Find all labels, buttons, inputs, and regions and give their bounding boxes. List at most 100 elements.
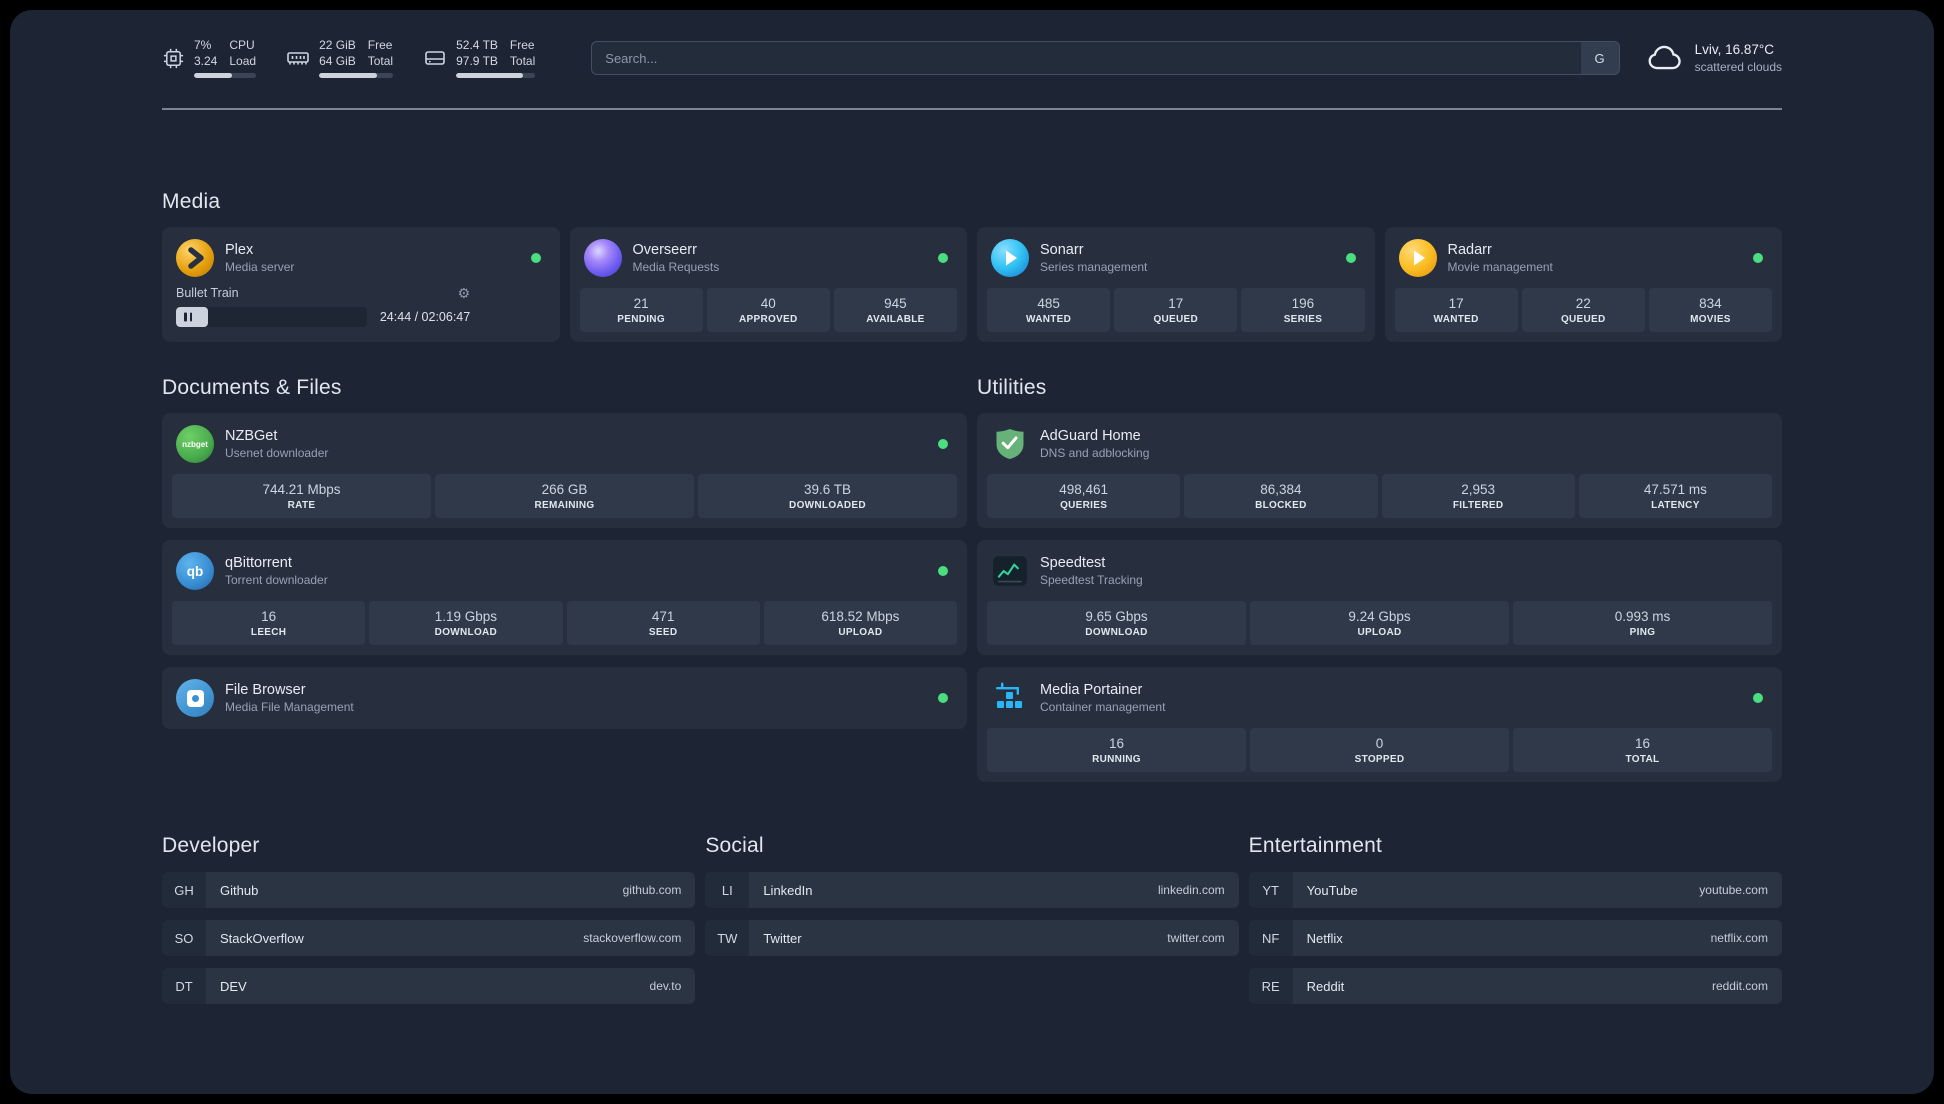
- filebrowser-icon: [176, 679, 214, 718]
- service-card-adguard[interactable]: AdGuard Home DNS and adblocking 498,461 …: [977, 413, 1782, 529]
- stat-box: 0.993 ms PING: [1513, 601, 1772, 646]
- stat-label: MOVIES: [1690, 314, 1731, 326]
- search-provider-button[interactable]: G: [1580, 42, 1619, 75]
- stat-value: 22: [1575, 296, 1591, 312]
- now-playing-title: Bullet Train: [176, 286, 239, 301]
- stat-label: TOTAL: [1625, 754, 1660, 766]
- bookmark-stackoverflow[interactable]: SO StackOverflow stackoverflow.com: [162, 920, 696, 957]
- stat-box: 834 MOVIES: [1648, 288, 1773, 333]
- memory-total: 64 GiB: [319, 53, 356, 68]
- plex-now-playing: Bullet Train ⚙ 24:44 / 02:06:47: [172, 286, 471, 328]
- stat-box: 471 SEED: [566, 601, 760, 646]
- service-card-overseerr[interactable]: Overseerr Media Requests 21 PENDING 40 A…: [569, 227, 967, 343]
- playback-time: 24:44 / 02:06:47: [379, 310, 471, 325]
- service-card-sonarr[interactable]: Sonarr Series management 485 WANTED 17 Q…: [977, 227, 1375, 343]
- stat-value: 2,953: [1461, 482, 1496, 498]
- cpu-label-bottom: Load: [229, 53, 257, 68]
- stat-label: FILTERED: [1452, 500, 1504, 512]
- service-desc: Speedtest Tracking: [1040, 573, 1143, 588]
- bookmark-abbr: RE: [1248, 968, 1293, 1005]
- stat-value: 16: [1108, 736, 1125, 752]
- bookmark-abbr: YT: [1248, 872, 1293, 909]
- bookmark-url: netflix.com: [1710, 931, 1768, 946]
- service-card-plex[interactable]: Plex Media server Bullet Train ⚙ 24:44 /…: [162, 227, 560, 343]
- cpu-label-top: CPU: [229, 38, 255, 52]
- pause-icon[interactable]: [184, 312, 192, 322]
- media-group: Plex Media server Bullet Train ⚙ 24:44 /…: [162, 227, 1782, 343]
- bookmark-reddit[interactable]: RE Reddit reddit.com: [1248, 968, 1782, 1005]
- search-input[interactable]: [591, 41, 1620, 76]
- service-card-radarr[interactable]: Radarr Movie management 17 WANTED 22 QUE…: [1384, 227, 1782, 343]
- stat-box: 196 SERIES: [1241, 288, 1365, 333]
- bookmark-youtube[interactable]: YT YouTube youtube.com: [1248, 872, 1782, 909]
- stat-label: APPROVED: [738, 314, 798, 326]
- disk-label-top: Free: [509, 38, 535, 52]
- service-card-nzbget[interactable]: nzbget NZBGet Usenet downloader 744.21 M…: [162, 413, 967, 529]
- service-desc: DNS and adblocking: [1040, 446, 1150, 461]
- stat-box: 266 GB REMAINING: [435, 474, 694, 519]
- bookmark-abbr: TW: [705, 920, 750, 957]
- stat-value: 471: [651, 609, 675, 625]
- speedtest-icon: [991, 552, 1029, 590]
- resource-disk: 52.4 TB 97.9 TB Free Total: [423, 38, 536, 79]
- stat-label: LATENCY: [1651, 500, 1700, 512]
- nzbget-icon: nzbget: [176, 425, 214, 464]
- cpu-usage-bar: [194, 73, 257, 79]
- bookmark-url: linkedin.com: [1157, 883, 1225, 898]
- stat-box: 47.571 ms LATENCY: [1578, 474, 1772, 519]
- bookmark-url: stackoverflow.com: [583, 931, 682, 946]
- stat-box: 16 TOTAL: [1513, 728, 1772, 773]
- playback-progress-bar[interactable]: [176, 307, 367, 328]
- bookmark-twitter[interactable]: TW Twitter twitter.com: [705, 920, 1239, 957]
- stat-box: 39.6 TB DOWNLOADED: [698, 474, 957, 519]
- service-card-portainer[interactable]: Media Portainer Container management 16 …: [977, 667, 1782, 783]
- adguard-icon: [991, 425, 1029, 463]
- top-divider: [162, 108, 1782, 111]
- stat-label: SEED: [648, 627, 678, 639]
- stat-value: 498,461: [1059, 482, 1109, 498]
- stat-value: 266 GB: [541, 482, 588, 498]
- bookmark-dev[interactable]: DT DEV dev.to: [162, 968, 696, 1005]
- service-desc: Usenet downloader: [225, 446, 329, 461]
- bookmark-netflix[interactable]: NF Netflix netflix.com: [1248, 920, 1782, 957]
- bookmark-name: DEV: [220, 978, 247, 994]
- stat-value: 9.65 Gbps: [1085, 609, 1148, 625]
- stat-box: 21 PENDING: [579, 288, 703, 333]
- gear-icon[interactable]: ⚙: [458, 286, 471, 300]
- stat-label: QUEUED: [1153, 314, 1199, 326]
- qbittorrent-icon: qb: [176, 552, 214, 591]
- portainer-icon: [991, 679, 1029, 717]
- stat-box: 9.65 Gbps DOWNLOAD: [987, 601, 1246, 646]
- bookmark-name: LinkedIn: [763, 882, 813, 898]
- stat-label: WANTED: [1433, 314, 1479, 326]
- resource-memory: 22 GiB 64 GiB Free Total: [286, 38, 394, 79]
- stat-value: 945: [884, 296, 907, 312]
- stat-label: QUEUED: [1560, 314, 1606, 326]
- section-title-utilities: Utilities: [977, 376, 1047, 400]
- status-indicator: [530, 253, 541, 264]
- stat-box: 16 LEECH: [172, 601, 366, 646]
- stat-box: 22 QUEUED: [1521, 288, 1645, 333]
- service-card-filebrowser[interactable]: File Browser Media File Management: [162, 667, 967, 730]
- stat-label: LEECH: [250, 627, 287, 639]
- stat-value: 834: [1699, 296, 1722, 312]
- stat-box: 945 AVAILABLE: [833, 288, 958, 333]
- utilities-group: Utilities AdGuard Home DNS and adblockin…: [977, 376, 1782, 783]
- bookmark-abbr: GH: [162, 872, 206, 909]
- stat-value: 16: [261, 609, 277, 625]
- weather-location: Lviv, 16.87°C: [1694, 41, 1775, 57]
- disk-icon: [423, 46, 447, 70]
- memory-icon: [286, 46, 310, 70]
- stat-label: QUERIES: [1060, 500, 1108, 512]
- service-card-speedtest[interactable]: Speedtest Speedtest Tracking 9.65 Gbps D…: [977, 540, 1782, 656]
- radarr-icon: [1398, 239, 1437, 278]
- stat-box: 16 RUNNING: [987, 728, 1246, 773]
- disk-total: 97.9 TB: [456, 53, 498, 68]
- service-card-qbittorrent[interactable]: qb qBittorrent Torrent downloader 16 LEE…: [162, 540, 967, 656]
- stat-value: 1.19 Gbps: [434, 609, 498, 625]
- stat-label: DOWNLOAD: [1085, 627, 1148, 639]
- bookmark-github[interactable]: GH Github github.com: [162, 872, 696, 909]
- bookmark-linkedin[interactable]: LI LinkedIn linkedin.com: [705, 872, 1239, 909]
- service-name: NZBGet: [225, 428, 278, 445]
- section-title-media: Media: [162, 190, 221, 214]
